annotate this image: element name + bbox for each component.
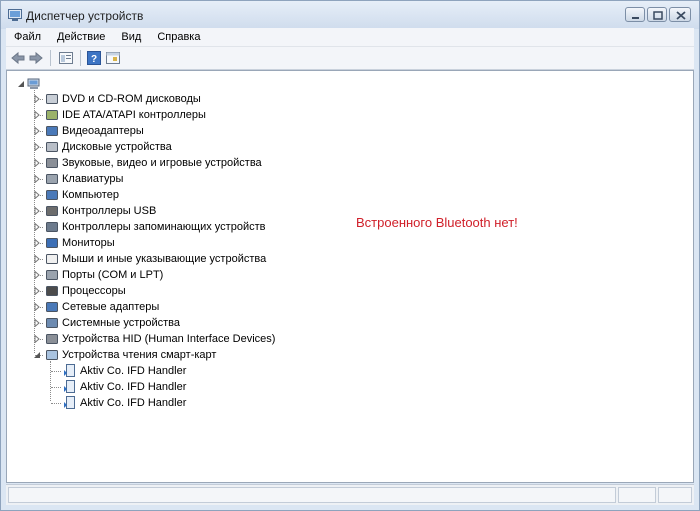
expand-arrow-icon[interactable] [33,111,41,119]
smart-card-device-label[interactable]: Aktiv Co. IFD Handler [80,363,186,379]
display-adapter-icon[interactable] [45,124,59,138]
device-category-label[interactable]: Клавиатуры [62,171,123,187]
disk-drive-icon[interactable] [45,140,59,154]
expand-arrow-icon[interactable] [33,319,41,327]
computer-root-icon[interactable] [27,76,41,90]
monitor-icon[interactable] [45,236,59,250]
device-category-label[interactable]: Системные устройства [62,315,180,331]
maximize-icon [653,11,663,20]
title-bar: Диспетчер устройств [1,1,699,29]
expand-arrow-icon[interactable] [33,143,41,151]
minimize-icon [632,17,639,19]
device-category-label[interactable]: Дисковые устройства [62,139,172,155]
processor-icon[interactable] [45,284,59,298]
device-category-label[interactable]: Звуковые, видео и игровые устройства [62,155,262,171]
device-category-label[interactable]: Устройства чтения смарт-карт [62,347,216,363]
device-category-label[interactable]: Порты (COM и LPT) [62,267,163,283]
status-pane-main [8,487,616,503]
device-category-label[interactable]: Устройства HID (Human Interface Devices) [62,331,275,347]
device-category-label[interactable]: Контроллеры запоминающих устройств [62,219,265,235]
system-device-icon[interactable] [45,316,59,330]
smart-card-reader-icon[interactable] [45,348,59,362]
svg-text:?: ? [91,54,97,65]
expand-arrow-icon[interactable] [33,207,41,215]
expand-arrow-icon[interactable] [33,255,41,263]
back-arrow-icon[interactable] [10,50,26,66]
device-category-label[interactable]: Процессоры [62,283,126,299]
device-category-label[interactable]: Контроллеры USB [62,203,156,219]
expand-arrow-icon[interactable] [33,127,41,135]
window-title: Диспетчер устройств [26,9,144,23]
expand-arrow-icon[interactable] [33,239,41,247]
expand-arrow-icon[interactable] [33,191,41,199]
device-category-label[interactable]: IDE ATA/ATAPI контроллеры [62,107,206,123]
expand-arrow-icon[interactable] [33,95,41,103]
expand-arrow-icon[interactable] [33,223,41,231]
usb-controller-icon[interactable] [45,204,59,218]
computer-icon[interactable] [45,188,59,202]
scan-hardware-icon[interactable] [105,50,121,66]
smart-card-device-icon[interactable] [63,364,77,378]
status-bar [6,484,694,505]
close-button[interactable] [669,7,691,22]
menu-bar: Файл Действие Вид Справка [6,28,694,46]
device-category-label[interactable]: Мониторы [62,235,115,251]
ports-icon[interactable] [45,268,59,282]
device-manager-window: Диспетчер устройств Файл Действие Вид Сп… [0,0,700,511]
smart-card-device-label[interactable]: Aktiv Co. IFD Handler [80,395,186,411]
dvd-drive-icon[interactable] [45,92,59,106]
device-category-label[interactable]: DVD и CD-ROM дисководы [62,91,201,107]
menu-action[interactable]: Действие [49,28,113,46]
hid-icon[interactable] [45,332,59,346]
collapse-arrow-icon[interactable] [17,80,25,88]
device-category-label[interactable]: Видеоадаптеры [62,123,144,139]
smart-card-device-icon[interactable] [63,396,77,410]
device-category-label[interactable]: Мыши и иные указывающие устройства [62,251,266,267]
menu-help[interactable]: Справка [149,28,208,46]
device-manager-app-icon [8,9,22,21]
properties-icon[interactable] [58,50,74,66]
forward-arrow-icon[interactable] [28,50,44,66]
menu-view[interactable]: Вид [113,28,149,46]
bluetooth-annotation: Встроенного Bluetooth нет! [356,215,518,230]
keyboard-icon[interactable] [45,172,59,186]
device-category-label[interactable]: Сетевые адаптеры [62,299,159,315]
status-pane-3 [658,487,692,503]
mouse-icon[interactable] [45,252,59,266]
toolbar: ? [6,46,694,70]
expand-arrow-icon[interactable] [33,175,41,183]
device-tree: Встроенного Bluetooth нет! DVD и CD-ROM … [6,70,694,483]
device-category-label[interactable]: Компьютер [62,187,119,203]
menu-file[interactable]: Файл [6,28,49,46]
expand-arrow-icon[interactable] [33,303,41,311]
network-adapter-icon[interactable] [45,300,59,314]
close-icon [676,11,686,20]
status-pane-2 [618,487,656,503]
ide-controller-icon[interactable] [45,108,59,122]
storage-controller-icon[interactable] [45,220,59,234]
minimize-button[interactable] [625,7,645,22]
smart-card-device-label[interactable]: Aktiv Co. IFD Handler [80,379,186,395]
help-icon[interactable]: ? [86,50,102,66]
sound-device-icon[interactable] [45,156,59,170]
smart-card-device-icon[interactable] [63,380,77,394]
maximize-button[interactable] [647,7,667,22]
expand-arrow-icon[interactable] [33,335,41,343]
expand-arrow-icon[interactable] [33,271,41,279]
expand-arrow-icon[interactable] [33,159,41,167]
expand-arrow-icon[interactable] [33,287,41,295]
collapse-arrow-icon[interactable] [33,351,41,359]
